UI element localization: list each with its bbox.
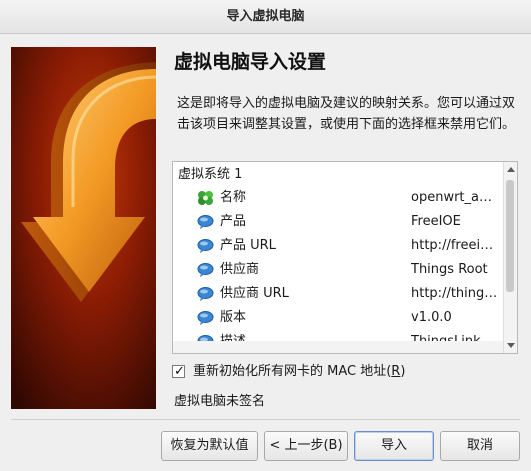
tree-row-label: 名称 xyxy=(220,190,247,205)
wizard-banner-image xyxy=(11,47,156,409)
tree-row-vendor-url[interactable]: 供应商 URL http://thing… xyxy=(173,282,503,306)
tree-root-virtual-system[interactable]: 虚拟系统 1 xyxy=(178,166,242,184)
speech-bubble-icon xyxy=(197,262,214,278)
speech-bubble-icon xyxy=(197,310,214,326)
appliance-settings-tree[interactable]: 虚拟系统 1 名称 openwrt_a… 产品 FreeIOE 产品 URL h… xyxy=(172,161,518,354)
reinit-mac-label-suffix: ) xyxy=(400,364,406,379)
vertical-scrollbar[interactable] xyxy=(503,162,517,353)
scroll-up-arrow-icon[interactable] xyxy=(507,167,515,172)
reinit-mac-hotkey: R xyxy=(391,364,401,379)
tree-row-product[interactable]: 产品 FreeIOE xyxy=(173,210,503,234)
window-title-bar[interactable]: 导入虚拟电脑 xyxy=(0,0,531,34)
tree-row-label: 供应商 URL xyxy=(220,286,289,301)
restore-defaults-button[interactable]: 恢复为默认值 xyxy=(161,431,258,461)
tree-row-value: http://thing… xyxy=(411,286,498,301)
speech-bubble-icon xyxy=(197,286,214,302)
speech-bubble-icon xyxy=(197,238,214,254)
import-button[interactable]: 导入 xyxy=(354,431,434,461)
page-description: 这是即将导入的虚拟电脑及建议的映射关系。您可以通过双击该项目来调整其设置，或使用… xyxy=(177,96,516,132)
tree-row-vendor[interactable]: 供应商 Things Root xyxy=(173,258,503,282)
tree-row-product-url[interactable]: 产品 URL http://freei… xyxy=(173,234,503,258)
speech-bubble-icon xyxy=(197,214,214,230)
checkmark-icon: ✓ xyxy=(174,364,185,379)
back-button[interactable]: < 上一步(B) xyxy=(264,431,348,461)
horizontal-scrollbar[interactable] xyxy=(173,341,503,353)
scroll-down-arrow-icon[interactable] xyxy=(507,343,515,348)
tree-row-value: v1.0.0 xyxy=(411,310,452,325)
reinit-mac-checkbox[interactable]: ✓ xyxy=(172,364,185,379)
tree-row-label: 产品 URL xyxy=(220,238,276,253)
tree-row-label: 版本 xyxy=(220,310,247,325)
signature-status: 虚拟电脑未签名 xyxy=(174,394,266,409)
reinit-mac-label[interactable]: 重新初始化所有网卡的 MAC 地址(R) xyxy=(193,362,405,382)
button-separator xyxy=(11,419,520,420)
tree-row-label: 供应商 xyxy=(220,262,260,277)
tree-row-version[interactable]: 版本 v1.0.0 xyxy=(173,306,503,330)
reinit-mac-label-text: 重新初始化所有网卡的 MAC 地址( xyxy=(193,364,392,379)
scrollbar-thumb[interactable] xyxy=(506,180,514,292)
cancel-button[interactable]: 取消 xyxy=(440,431,520,461)
tree-row-value: http://freei… xyxy=(411,238,494,253)
tree-row-label: 产品 xyxy=(220,214,247,229)
tree-row-value: Things Root xyxy=(411,262,488,277)
name-icon xyxy=(197,190,214,206)
tree-row-name[interactable]: 名称 openwrt_a… xyxy=(173,186,503,210)
page-heading: 虚拟电脑导入设置 xyxy=(174,51,327,73)
tree-row-value: FreeIOE xyxy=(411,214,461,229)
import-arrow-illustration xyxy=(11,47,156,409)
tree-row-value: openwrt_a… xyxy=(411,190,492,205)
window-title: 导入虚拟电脑 xyxy=(226,9,305,24)
